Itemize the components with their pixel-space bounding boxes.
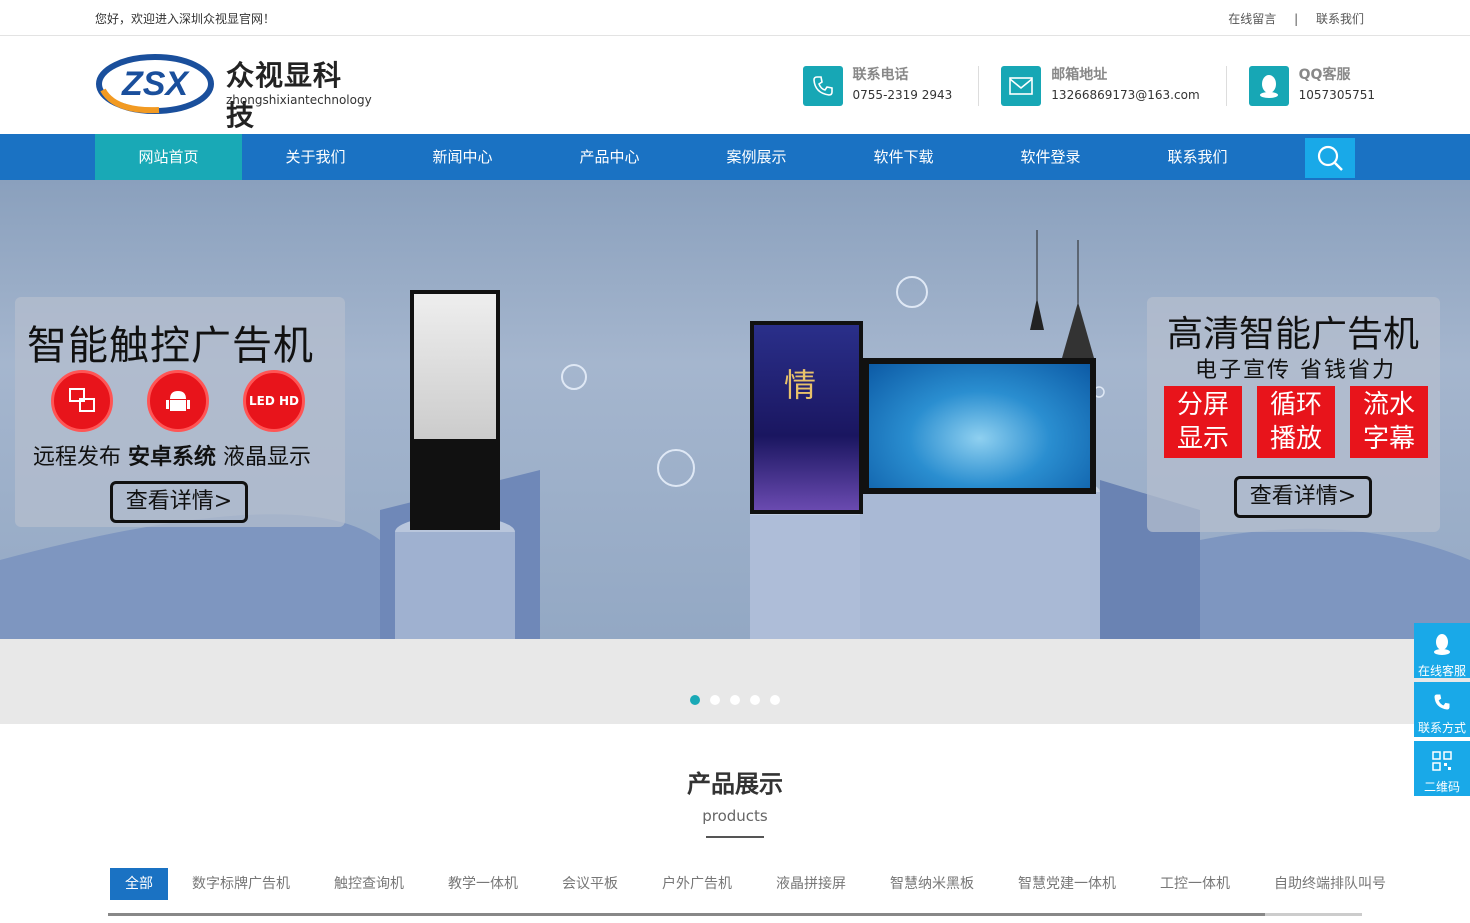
banner-panel-touch: 智能触控广告机 LED HD 远程发布 安卓系统 液晶显示 查看详情>	[15, 297, 345, 527]
landscape-display-screen	[869, 364, 1090, 488]
tab-party-building-aio[interactable]: 智慧党建一体机	[998, 868, 1136, 900]
contact-us-link[interactable]: 联系我们	[1316, 10, 1364, 27]
tab-nano-blackboard[interactable]: 智慧纳米黑板	[870, 868, 994, 900]
tab-outdoor-ad[interactable]: 户外广告机	[642, 868, 752, 900]
nav-home[interactable]: 网站首页	[95, 134, 242, 180]
section-title: 产品展示	[687, 770, 783, 798]
contact-email-label: 邮箱地址	[1051, 67, 1108, 83]
svg-text:ZSX: ZSX	[121, 65, 190, 103]
phone-icon	[802, 66, 843, 106]
zsx-logo-icon: ZSX	[96, 54, 214, 114]
tile-loop-play: 循环 播放	[1257, 386, 1335, 458]
nav-about[interactable]: 关于我们	[242, 134, 389, 180]
tab-teaching-aio[interactable]: 教学一体机	[428, 868, 538, 900]
remote-publish-icon	[51, 370, 113, 432]
tab-queue-terminal[interactable]: 自助终端排队叫号	[1254, 868, 1406, 900]
banner-footer-strip	[0, 639, 1470, 724]
qq-icon	[1434, 634, 1450, 655]
contact-qq: QQ客服 1057305751	[1248, 66, 1375, 106]
nav-contact[interactable]: 联系我们	[1124, 134, 1271, 180]
side-online-service[interactable]: 在线客服	[1414, 623, 1470, 678]
banner-panel-hd: 高清智能广告机 电子宣传 省钱省力 分屏 显示 循环 播放 流水 字幕 查看详情>	[1147, 297, 1440, 532]
welcome-text: 您好，欢迎进入深圳众视显官网！	[95, 12, 276, 26]
tab-meeting-panel[interactable]: 会议平板	[542, 868, 638, 900]
nav-login[interactable]: 软件登录	[977, 134, 1124, 180]
contact-phone: 联系电话 0755-2319 2943	[802, 66, 980, 106]
mail-icon	[1001, 66, 1042, 106]
search-icon	[1317, 145, 1343, 171]
contact-qq-label: QQ客服	[1298, 67, 1351, 83]
tabs-scrollbar[interactable]	[108, 913, 1362, 916]
contact-phone-label: 联系电话	[852, 67, 909, 83]
side-contact-label: 联系方式	[1417, 721, 1466, 735]
carousel-dot-5[interactable]	[770, 695, 780, 705]
tab-touch-kiosk[interactable]: 触控查询机	[314, 868, 424, 900]
carousel-dot-2[interactable]	[710, 695, 720, 705]
search-button[interactable]	[1305, 138, 1355, 178]
qq-icon	[1248, 66, 1289, 106]
feature-remote: 远程发布	[33, 445, 122, 470]
brand-english: zhongshixiantechnology	[226, 93, 372, 107]
contact-phone-value: 0755-2319 2943	[852, 88, 953, 102]
contact-email-value: 13266869173@163.com	[1051, 88, 1200, 102]
feature-lcd: 液晶显示	[223, 445, 312, 470]
contact-qq-value: 1057305751	[1298, 88, 1375, 102]
banner-left-detail-button[interactable]: 查看详情>	[110, 481, 248, 523]
carousel-dot-3[interactable]	[730, 695, 740, 705]
contact-info: 联系电话 0755-2319 2943 邮箱地址 13266869173@163…	[781, 66, 1375, 106]
main-nav: 网站首页 关于我们 新闻中心 产品中心 案例展示 软件下载 软件登录 联系我们	[0, 134, 1470, 180]
header: ZSX 众视显科技 zhongshixiantechnology 联系电话 07…	[0, 36, 1470, 134]
floor-kiosk-image	[410, 290, 500, 530]
tab-all[interactable]: 全部	[110, 868, 168, 900]
section-divider	[706, 836, 764, 838]
feature-android: 安卓系统	[128, 444, 217, 470]
side-qrcode[interactable]: 二维码	[1414, 741, 1470, 796]
logo[interactable]: ZSX 众视显科技 zhongshixiantechnology	[95, 52, 372, 132]
carousel-dot-1[interactable]	[690, 695, 700, 705]
carousel-dots	[690, 695, 790, 705]
wall-display-screen: 情	[754, 325, 859, 510]
banner-right-tiles: 分屏 显示 循环 播放 流水 字幕	[1164, 386, 1443, 458]
side-online-service-label: 在线客服	[1417, 664, 1466, 678]
online-message-link[interactable]: 在线留言	[1228, 10, 1276, 27]
nav-news[interactable]: 新闻中心	[389, 134, 536, 180]
banner-right-title: 高清智能广告机	[1167, 314, 1420, 355]
top-links-separator: |	[1294, 12, 1299, 26]
tile-split-screen: 分屏 显示	[1164, 386, 1242, 458]
banner-right-subtitle: 电子宣传 省钱省力	[1195, 358, 1396, 383]
carousel-dot-4[interactable]	[750, 695, 760, 705]
banner-left-icons: LED HD	[51, 370, 339, 432]
qrcode-icon	[1432, 751, 1452, 771]
wall-display-image: 情	[750, 321, 863, 514]
phone-icon	[1434, 694, 1450, 710]
section-subtitle: products	[702, 807, 768, 825]
hero-banner[interactable]: 智能触控广告机 LED HD 远程发布 安卓系统 液晶显示 查看详情> 情 高清…	[0, 180, 1470, 639]
side-contact[interactable]: 联系方式	[1414, 682, 1470, 737]
product-category-tabs: 全部 数字标牌广告机 触控查询机 教学一体机 会议平板 户外广告机 液晶拼接屏 …	[110, 868, 1410, 900]
tab-digital-signage[interactable]: 数字标牌广告机	[172, 868, 310, 900]
android-icon	[147, 370, 209, 432]
top-links: 在线留言 | 联系我们	[1228, 10, 1364, 27]
top-bar: 您好，欢迎进入深圳众视显官网！ 在线留言 | 联系我们	[0, 0, 1470, 36]
nav-download[interactable]: 软件下载	[830, 134, 977, 180]
banner-left-title: 智能触控广告机	[27, 323, 314, 369]
side-qrcode-label: 二维码	[1423, 780, 1460, 794]
banner-left-features: 远程发布 安卓系统 液晶显示	[33, 439, 311, 471]
landscape-display-image	[863, 358, 1096, 494]
tabs-scrollbar-thumb[interactable]	[108, 913, 1265, 916]
nav-products[interactable]: 产品中心	[536, 134, 683, 180]
tile-scrolling-text: 流水 字幕	[1350, 386, 1428, 458]
banner-right-detail-button[interactable]: 查看详情>	[1234, 476, 1372, 518]
tab-video-wall[interactable]: 液晶拼接屏	[756, 868, 866, 900]
kiosk-screen	[414, 294, 496, 439]
led-hd-icon: LED HD	[243, 370, 305, 432]
tab-industrial-aio[interactable]: 工控一体机	[1140, 868, 1250, 900]
contact-email: 邮箱地址 13266869173@163.com	[1001, 66, 1227, 106]
nav-cases[interactable]: 案例展示	[683, 134, 830, 180]
poster-text: 情	[784, 366, 817, 404]
